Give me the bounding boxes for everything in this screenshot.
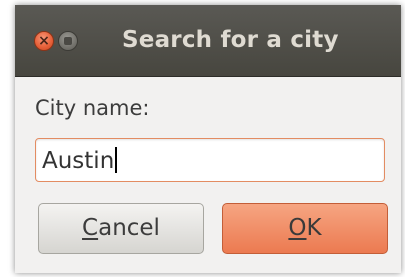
search-city-dialog: × Search for a city City name: Austin Ca… — [15, 5, 401, 273]
minimize-icon — [64, 37, 72, 45]
ok-label-rest: K — [306, 215, 322, 241]
text-cursor — [115, 147, 118, 173]
minimize-window-button[interactable] — [58, 31, 78, 51]
close-icon: × — [38, 33, 50, 49]
window-title: Search for a city — [122, 27, 339, 53]
city-name-label: City name: — [35, 96, 150, 120]
ok-mnemonic: O — [288, 215, 307, 241]
title-bar[interactable]: × Search for a city — [15, 5, 401, 77]
ok-button[interactable]: OK — [222, 203, 388, 254]
close-window-button[interactable]: × — [34, 31, 54, 51]
city-name-input[interactable]: Austin — [35, 138, 385, 182]
city-name-value: Austin — [42, 147, 118, 174]
cancel-button[interactable]: Cancel — [38, 203, 204, 254]
cancel-mnemonic: C — [82, 215, 99, 241]
cancel-label-rest: ancel — [98, 215, 160, 241]
